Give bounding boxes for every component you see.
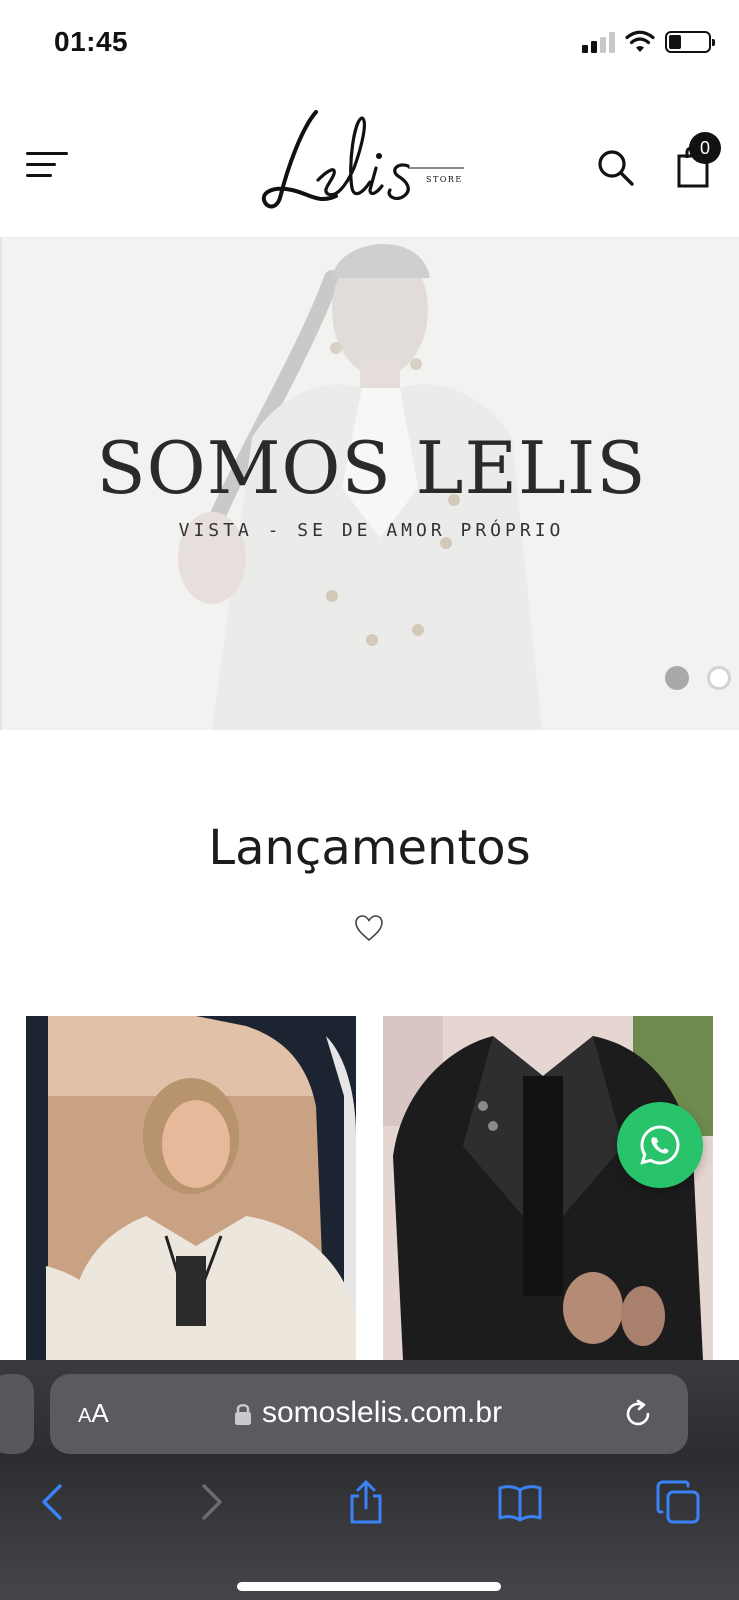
status-icons xyxy=(582,30,715,54)
hero-subtitle: VISTA - SE DE AMOR PRÓPRIO xyxy=(178,520,565,541)
bookmarks-icon[interactable] xyxy=(498,1480,542,1524)
heart-icon xyxy=(355,915,383,942)
browser-toolbar: AA somoslelis.com.br xyxy=(0,1360,739,1600)
cellular-signal-icon xyxy=(582,31,615,53)
product-card-1[interactable] xyxy=(26,1016,356,1360)
whatsapp-chat-button[interactable] xyxy=(617,1102,703,1188)
product-image-1 xyxy=(26,1016,356,1360)
wifi-icon xyxy=(625,30,655,52)
hero-title: SOMOS LELIS xyxy=(96,426,647,510)
back-icon[interactable] xyxy=(32,1480,76,1524)
hero-banner[interactable]: SOMOS LELIS VISTA - SE DE AMOR PRÓPRIO xyxy=(0,238,739,730)
cart-count-badge: 0 xyxy=(689,132,721,164)
tabs-icon[interactable] xyxy=(656,1480,700,1524)
lelis-store-logo[interactable]: STORE xyxy=(258,106,478,216)
address-bar[interactable]: AA somoslelis.com.br xyxy=(50,1374,688,1454)
whatsapp-icon xyxy=(640,1125,680,1165)
svg-text:STORE: STORE xyxy=(426,175,463,184)
forward-icon[interactable] xyxy=(188,1480,232,1524)
section-title: Lançamentos xyxy=(208,820,531,876)
share-icon[interactable] xyxy=(344,1480,388,1524)
status-time: 01:45 xyxy=(54,26,129,57)
search-icon[interactable] xyxy=(596,148,636,188)
carousel-dot-1[interactable] xyxy=(665,666,689,690)
hamburger-menu-icon[interactable] xyxy=(26,146,70,182)
previous-tab-peek[interactable] xyxy=(0,1374,34,1454)
status-bar: 01:45 xyxy=(0,0,739,90)
site-header: STORE 0 xyxy=(0,90,739,238)
battery-icon xyxy=(665,31,715,53)
home-indicator xyxy=(237,1582,501,1591)
carousel-dot-2[interactable] xyxy=(707,666,731,690)
lock-icon xyxy=(235,1404,251,1425)
product-image-2 xyxy=(383,1016,713,1360)
reader-options-button[interactable]: AA xyxy=(78,1398,109,1429)
reload-icon[interactable] xyxy=(622,1398,654,1430)
product-card-2[interactable] xyxy=(383,1016,713,1360)
url-text: somoslelis.com.br xyxy=(262,1396,503,1429)
